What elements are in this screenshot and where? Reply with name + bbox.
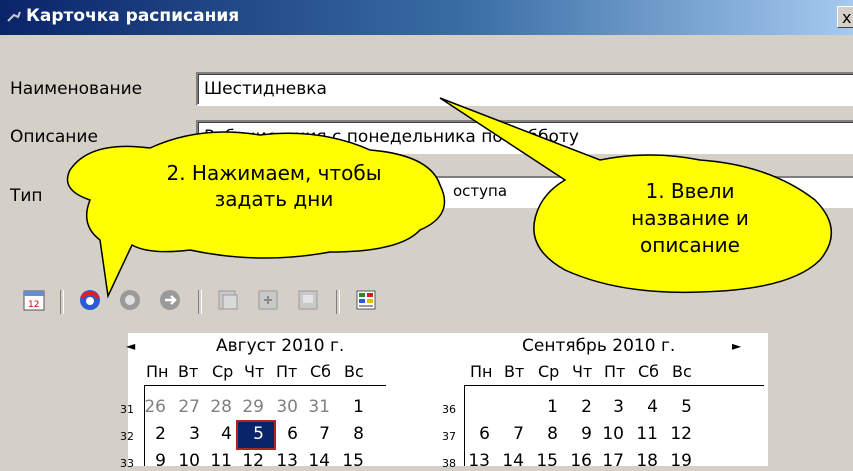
right-callout-line: описание	[640, 233, 740, 257]
right-callout-line: название и	[631, 206, 749, 230]
left-callout-bubble	[66, 131, 446, 299]
right-callout-text: 1. Ввели название и описание	[575, 178, 805, 259]
left-callout-line: 2. Нажимаем, чтобы	[166, 161, 382, 185]
right-callout-line: 1. Ввели	[645, 179, 735, 203]
left-callout-text: 2. Нажимаем, чтобы задать дни	[124, 160, 424, 212]
left-callout-line: задать дни	[214, 187, 334, 211]
